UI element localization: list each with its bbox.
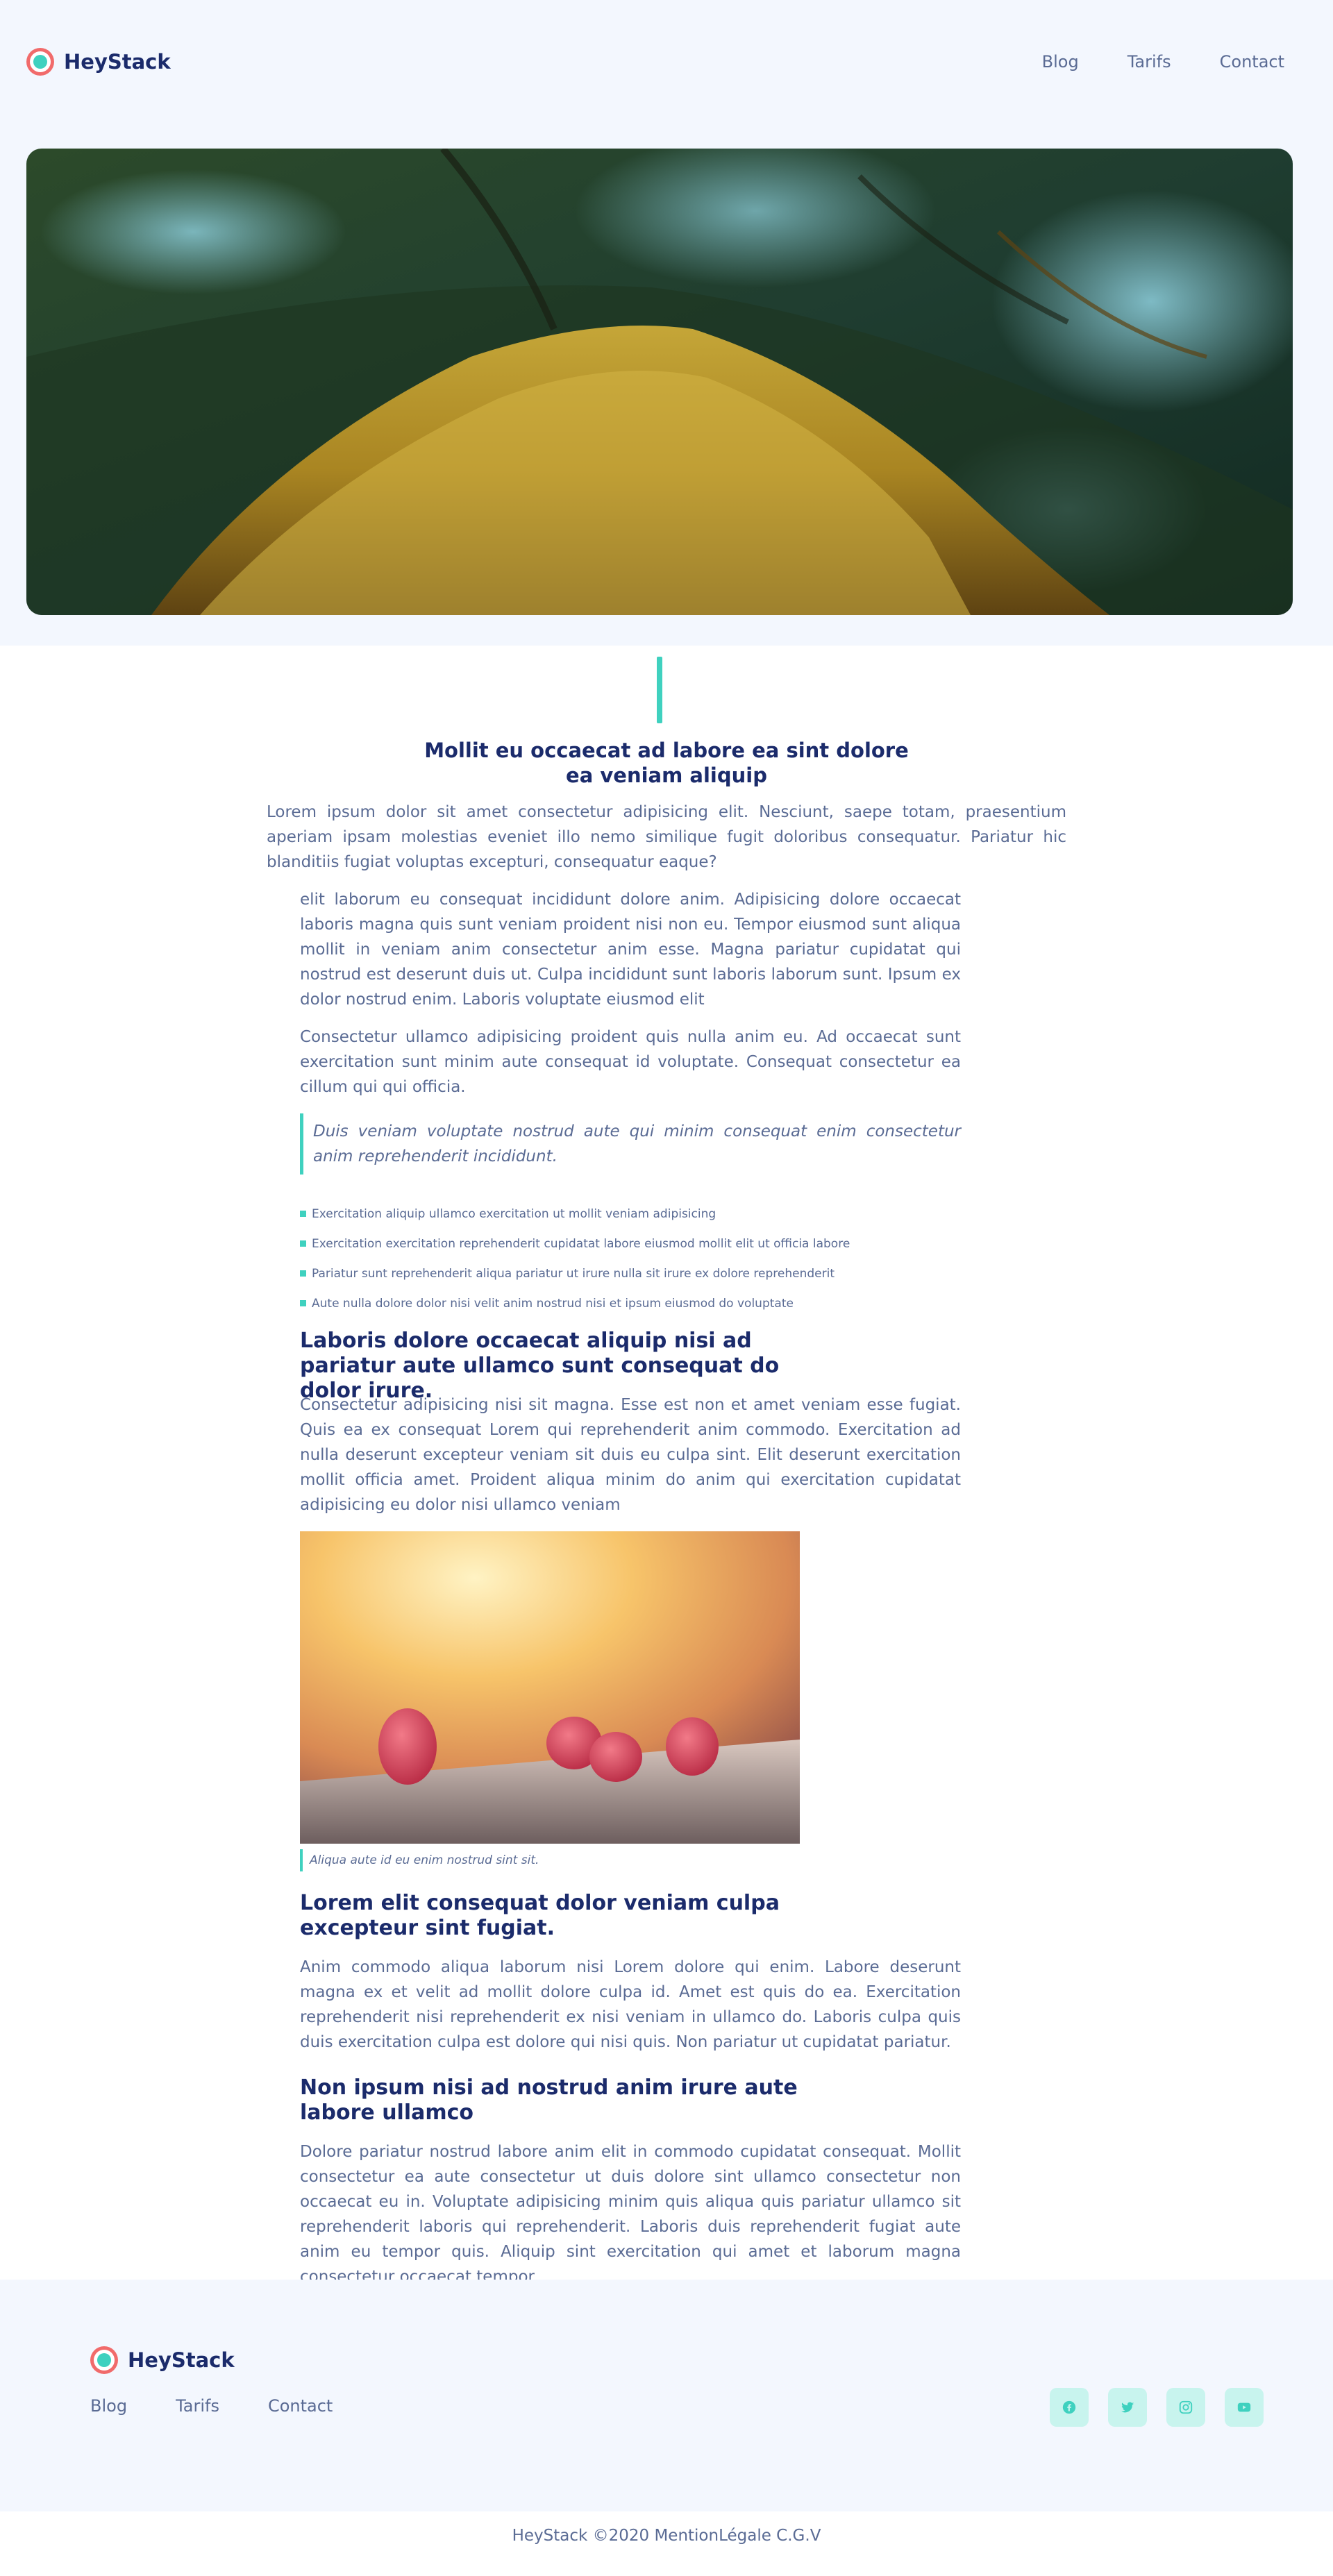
- bullet-list: Exercitation aliquip ullamco exercitatio…: [300, 1199, 961, 1318]
- youtube-icon: [1237, 2402, 1251, 2412]
- bullet-icon: [300, 1211, 306, 1217]
- article-title: Mollit eu occaecat ad labore ea sint dol…: [424, 739, 909, 788]
- twitter-icon: [1121, 2402, 1134, 2413]
- footer-link-blog[interactable]: Blog: [90, 2396, 127, 2416]
- hero-image: [26, 149, 1293, 615]
- brand-logo[interactable]: HeyStack: [26, 48, 171, 76]
- article-intro: Lorem ipsum dolor sit amet consectetur a…: [267, 803, 1066, 871]
- section-heading: Lorem elit consequat dolor veniam culpa …: [300, 1891, 780, 1940]
- copyright: HeyStack ©2020 MentionLégale C.G.V: [512, 2527, 821, 2545]
- site-header: HeyStack Blog Tarifs Contact: [26, 43, 1307, 81]
- list-item: Aute nulla dolore dolor nisi velit anim …: [300, 1288, 961, 1318]
- footer-link-contact[interactable]: Contact: [268, 2396, 333, 2416]
- footer-link-tarifs[interactable]: Tarifs: [176, 2396, 219, 2416]
- article-image: [300, 1531, 800, 1844]
- paragraph: Dolore pariatur nostrud labore anim elit…: [300, 2143, 961, 2286]
- main-nav: Blog Tarifs Contact: [1042, 52, 1284, 71]
- paragraph: Consectetur ullamco adipisicing proident…: [300, 1028, 961, 1096]
- twitter-button[interactable]: [1108, 2388, 1147, 2427]
- bullet-icon: [300, 1240, 306, 1247]
- instagram-icon: [1179, 2400, 1193, 2414]
- logo-icon: [90, 2346, 118, 2374]
- footer-brand-name: HeyStack: [128, 2348, 235, 2372]
- instagram-button[interactable]: [1166, 2388, 1205, 2427]
- bullet-icon: [300, 1270, 306, 1277]
- blockquote: Duis veniam voluptate nostrud aute qui m…: [300, 1113, 961, 1175]
- paragraph: Anim commodo aliqua laborum nisi Lorem d…: [300, 1958, 961, 2051]
- facebook-icon: [1062, 2400, 1076, 2414]
- list-item: Pariatur sunt reprehenderit aliqua paria…: [300, 1258, 961, 1288]
- youtube-button[interactable]: [1225, 2388, 1264, 2427]
- image-caption: Aliqua aute id eu enim nostrud sint sit.: [300, 1849, 800, 1871]
- nav-link-contact[interactable]: Contact: [1220, 52, 1284, 71]
- section-heading: Non ipsum nisi ad nostrud anim irure aut…: [300, 2076, 798, 2125]
- nav-link-tarifs[interactable]: Tarifs: [1127, 52, 1171, 71]
- footer-nav: Blog Tarifs Contact: [90, 2396, 333, 2416]
- brand-name: HeyStack: [64, 50, 171, 74]
- logo-icon: [26, 48, 54, 76]
- title-divider: [657, 657, 662, 723]
- bullet-icon: [300, 1300, 306, 1306]
- social-links: [1050, 2388, 1264, 2427]
- list-item: Exercitation exercitation reprehenderit …: [300, 1229, 961, 1258]
- nav-link-blog[interactable]: Blog: [1042, 52, 1079, 71]
- facebook-button[interactable]: [1050, 2388, 1089, 2427]
- paragraph: Consectetur adipisicing nisi sit magna. …: [300, 1396, 961, 1514]
- footer-brand-logo[interactable]: HeyStack: [90, 2346, 235, 2374]
- list-item: Exercitation aliquip ullamco exercitatio…: [300, 1199, 961, 1229]
- paragraph: elit laborum eu consequat incididunt dol…: [300, 891, 961, 1009]
